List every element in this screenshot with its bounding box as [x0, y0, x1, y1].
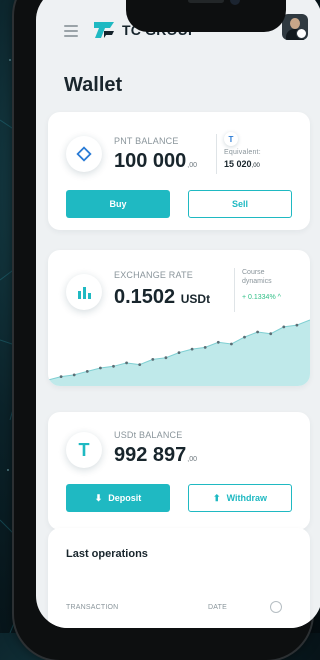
arrow-down-icon: ⬇ [94, 492, 103, 503]
exchange-rate-card: EXCHANGE RATE 0.1502 USDt Course dynamic… [48, 250, 310, 386]
bar-chart-icon [66, 274, 102, 310]
withdraw-button[interactable]: ⬆ Withdraw [188, 484, 292, 512]
col-date[interactable]: DATE [208, 604, 227, 611]
rate-point [256, 330, 259, 334]
course-dynamics-label: Course dynamics [242, 269, 272, 285]
pnt-balance-card: PNT BALANCE 100 000,00 T Equivalent: 15 … [48, 112, 310, 230]
deposit-button[interactable]: ⬇ Deposit [66, 484, 170, 512]
sell-button[interactable]: Sell [188, 190, 292, 218]
rate-point [269, 332, 273, 336]
trend-up-icon: ^ [277, 294, 281, 301]
camera [230, 0, 240, 5]
rate-point [164, 356, 168, 360]
exchange-rate-label: EXCHANGE RATE [114, 270, 193, 280]
rate-point [138, 363, 142, 366]
rate-point [203, 346, 207, 349]
hamburger-menu-icon[interactable] [64, 25, 78, 37]
rate-point [216, 340, 220, 344]
tether-coin-icon: T [66, 432, 102, 468]
buy-button[interactable]: Buy [66, 190, 170, 218]
col-transaction[interactable]: TRANSACTION [66, 604, 118, 611]
equivalent-value: 15 020,00 [224, 159, 260, 169]
speaker [188, 0, 224, 3]
avatar-badge-icon [296, 28, 307, 39]
last-operations-card: Last operations TRANSACTION DATE [48, 528, 310, 628]
rate-point [243, 335, 246, 339]
rate-point [151, 358, 155, 361]
usdt-balance-card: T USDt BALANCE 992 897,00 ⬇ Deposit ⬆ With… [48, 412, 310, 530]
equivalent-label: Equivalent: [224, 149, 261, 156]
rate-point [59, 375, 63, 378]
pnt-balance-label: PNT BALANCE [114, 136, 179, 146]
tc-logo-icon [94, 22, 114, 38]
rate-point [72, 373, 76, 377]
rate-point [282, 325, 286, 329]
rate-sparkline-chart [48, 319, 310, 386]
usdt-balance-value: 992 897,00 [114, 444, 198, 466]
rate-point [112, 364, 115, 368]
avatar[interactable] [282, 14, 308, 40]
arrow-up-icon: ⬆ [213, 492, 221, 503]
exchange-rate-value: 0.1502 USDt [114, 286, 211, 308]
rate-point [230, 342, 233, 346]
app-screen: TC GROUP Wallet PNT BALANCE 100 000,00 T… [36, 0, 320, 628]
last-operations-title: Last operations [66, 548, 148, 560]
rate-point [295, 323, 299, 327]
rate-point [99, 366, 102, 370]
rate-change: + 0.1334% ^ [242, 294, 281, 301]
pnt-balance-value: 100 000,00 [114, 150, 198, 172]
equivalent-coin-icon: T [224, 132, 238, 146]
usdt-balance-label: USDt BALANCE [114, 430, 183, 440]
rate-point [85, 370, 89, 373]
rate-point [177, 351, 181, 354]
page-title: Wallet [64, 74, 123, 96]
rate-point [190, 347, 194, 351]
rate-point [125, 361, 128, 365]
phone-notch [126, 0, 286, 32]
pnt-coin-icon [66, 136, 102, 172]
phone-frame: TC GROUP Wallet PNT BALANCE 100 000,00 T… [14, 0, 320, 660]
info-icon[interactable] [270, 601, 282, 613]
